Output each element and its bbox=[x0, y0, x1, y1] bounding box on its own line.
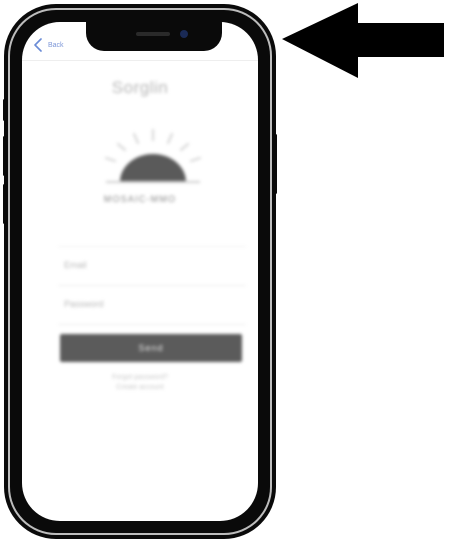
phone-screen: Back Sorglin MOSAIC-MMO Email Send Forgo… bbox=[22, 22, 258, 521]
phone-frame: Back Sorglin MOSAIC-MMO Email Send Forgo… bbox=[3, 4, 277, 539]
arrow-left-icon bbox=[282, 3, 444, 78]
brand-name: MOSAIC-MMO bbox=[103, 194, 177, 204]
chevron-left-icon bbox=[34, 38, 42, 52]
back-label: Back bbox=[48, 41, 64, 49]
password-input[interactable] bbox=[62, 298, 236, 310]
sunrise-icon bbox=[104, 128, 202, 183]
mute-switch bbox=[3, 99, 6, 121]
email-field bbox=[58, 246, 246, 286]
volume-down-button bbox=[3, 184, 6, 224]
phone-notch bbox=[86, 22, 222, 51]
front-camera bbox=[180, 30, 188, 38]
create-account-link[interactable]: Create account bbox=[22, 384, 258, 391]
submit-button[interactable]: Send bbox=[60, 334, 242, 362]
password-field bbox=[58, 286, 246, 325]
email-input[interactable] bbox=[62, 259, 236, 271]
volume-up-button bbox=[3, 136, 6, 176]
home-indicator bbox=[98, 509, 208, 513]
forgot-password-link[interactable]: Forgot password? bbox=[22, 374, 258, 381]
back-button[interactable]: Back bbox=[32, 38, 64, 52]
earpiece-speaker bbox=[136, 32, 170, 36]
phone-bezel: Back Sorglin MOSAIC-MMO Email Send Forgo… bbox=[8, 8, 272, 535]
power-button bbox=[274, 134, 277, 194]
screen-title: Sorglin bbox=[111, 78, 169, 97]
